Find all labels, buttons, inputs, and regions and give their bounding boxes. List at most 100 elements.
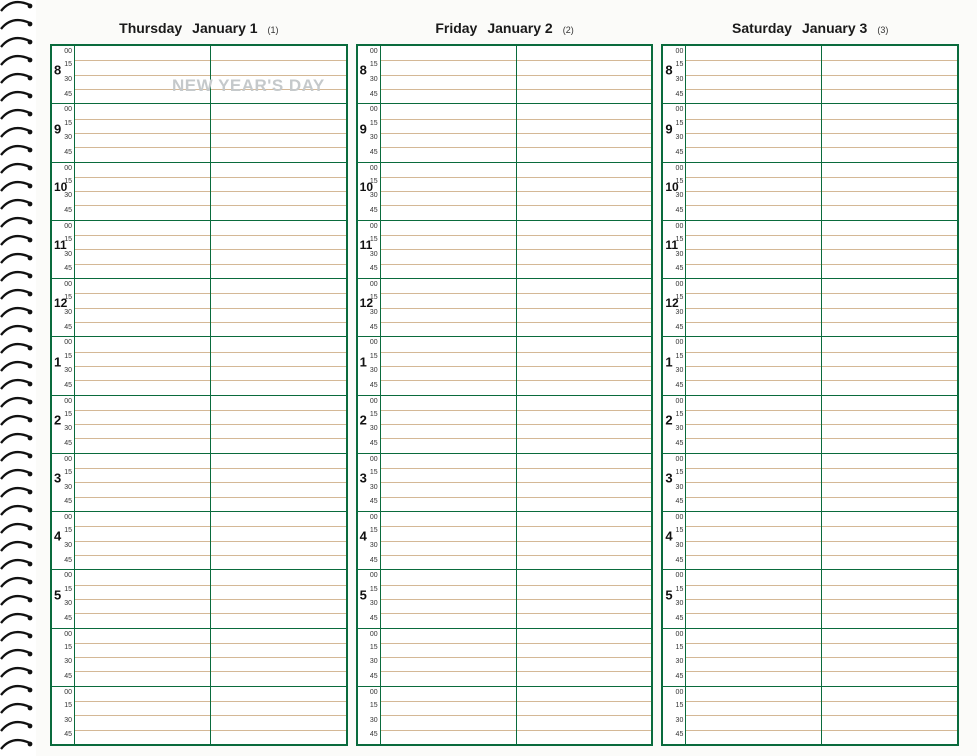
writing-column[interactable]: [210, 687, 346, 744]
writing-column[interactable]: [685, 512, 821, 569]
writing-column[interactable]: [685, 454, 821, 511]
writing-column[interactable]: [516, 279, 652, 336]
writing-column[interactable]: [74, 687, 210, 744]
writing-area[interactable]: [380, 46, 652, 103]
writing-area[interactable]: [685, 396, 957, 453]
writing-area[interactable]: [685, 337, 957, 394]
writing-column[interactable]: [685, 570, 821, 627]
writing-column[interactable]: [74, 337, 210, 394]
writing-area[interactable]: [685, 512, 957, 569]
writing-column[interactable]: [380, 46, 516, 103]
writing-column[interactable]: [380, 279, 516, 336]
writing-area[interactable]: [380, 396, 652, 453]
writing-column[interactable]: [210, 454, 346, 511]
writing-column[interactable]: [685, 46, 821, 103]
writing-column[interactable]: [821, 163, 957, 220]
writing-column[interactable]: [380, 570, 516, 627]
writing-column[interactable]: [74, 221, 210, 278]
writing-column[interactable]: [821, 687, 957, 744]
writing-column[interactable]: [380, 337, 516, 394]
writing-column[interactable]: [685, 104, 821, 161]
writing-area[interactable]: [685, 46, 957, 103]
writing-column[interactable]: [74, 512, 210, 569]
writing-area[interactable]: [74, 104, 346, 161]
writing-column[interactable]: [74, 104, 210, 161]
writing-column[interactable]: [516, 396, 652, 453]
writing-column[interactable]: [210, 279, 346, 336]
writing-column[interactable]: [685, 337, 821, 394]
writing-area[interactable]: [74, 396, 346, 453]
writing-column[interactable]: [380, 454, 516, 511]
writing-column[interactable]: [516, 337, 652, 394]
writing-area[interactable]: [380, 221, 652, 278]
writing-area[interactable]: [380, 337, 652, 394]
writing-column[interactable]: [821, 46, 957, 103]
writing-column[interactable]: [74, 163, 210, 220]
writing-area[interactable]: [74, 570, 346, 627]
writing-column[interactable]: [210, 337, 346, 394]
writing-column[interactable]: [74, 279, 210, 336]
writing-area[interactable]: [685, 104, 957, 161]
writing-column[interactable]: [821, 337, 957, 394]
writing-area[interactable]: [74, 46, 346, 103]
writing-area[interactable]: [380, 104, 652, 161]
writing-column[interactable]: [821, 396, 957, 453]
writing-column[interactable]: [516, 570, 652, 627]
writing-column[interactable]: [516, 629, 652, 686]
writing-area[interactable]: [74, 221, 346, 278]
writing-area[interactable]: [685, 454, 957, 511]
writing-area[interactable]: [685, 163, 957, 220]
writing-column[interactable]: [821, 570, 957, 627]
writing-column[interactable]: [685, 163, 821, 220]
writing-column[interactable]: [210, 396, 346, 453]
writing-column[interactable]: [74, 454, 210, 511]
writing-column[interactable]: [380, 396, 516, 453]
writing-area[interactable]: [74, 279, 346, 336]
writing-column[interactable]: [380, 221, 516, 278]
writing-column[interactable]: [516, 454, 652, 511]
writing-area[interactable]: [380, 163, 652, 220]
writing-column[interactable]: [516, 687, 652, 744]
writing-area[interactable]: [685, 279, 957, 336]
writing-column[interactable]: [685, 221, 821, 278]
writing-column[interactable]: [516, 512, 652, 569]
writing-column[interactable]: [210, 512, 346, 569]
writing-area[interactable]: [74, 687, 346, 744]
writing-column[interactable]: [74, 629, 210, 686]
writing-area[interactable]: [74, 512, 346, 569]
writing-column[interactable]: [821, 454, 957, 511]
writing-column[interactable]: [210, 570, 346, 627]
writing-area[interactable]: [380, 570, 652, 627]
writing-column[interactable]: [210, 104, 346, 161]
writing-area[interactable]: [685, 687, 957, 744]
writing-column[interactable]: [210, 163, 346, 220]
writing-area[interactable]: [74, 337, 346, 394]
writing-area[interactable]: [74, 629, 346, 686]
writing-column[interactable]: [380, 512, 516, 569]
writing-column[interactable]: [516, 104, 652, 161]
writing-column[interactable]: [210, 221, 346, 278]
writing-column[interactable]: [685, 629, 821, 686]
writing-area[interactable]: [74, 163, 346, 220]
writing-column[interactable]: [685, 687, 821, 744]
writing-column[interactable]: [821, 512, 957, 569]
writing-column[interactable]: [516, 46, 652, 103]
writing-column[interactable]: [74, 570, 210, 627]
writing-column[interactable]: [380, 163, 516, 220]
writing-area[interactable]: [380, 687, 652, 744]
writing-area[interactable]: [685, 221, 957, 278]
writing-column[interactable]: [821, 279, 957, 336]
writing-area[interactable]: [74, 454, 346, 511]
writing-area[interactable]: [380, 629, 652, 686]
writing-column[interactable]: [516, 163, 652, 220]
writing-column[interactable]: [380, 629, 516, 686]
writing-area[interactable]: [685, 570, 957, 627]
writing-area[interactable]: [685, 629, 957, 686]
writing-column[interactable]: [685, 396, 821, 453]
writing-column[interactable]: [210, 46, 346, 103]
writing-column[interactable]: [74, 396, 210, 453]
writing-area[interactable]: [380, 279, 652, 336]
writing-column[interactable]: [821, 104, 957, 161]
writing-column[interactable]: [380, 104, 516, 161]
writing-column[interactable]: [821, 221, 957, 278]
